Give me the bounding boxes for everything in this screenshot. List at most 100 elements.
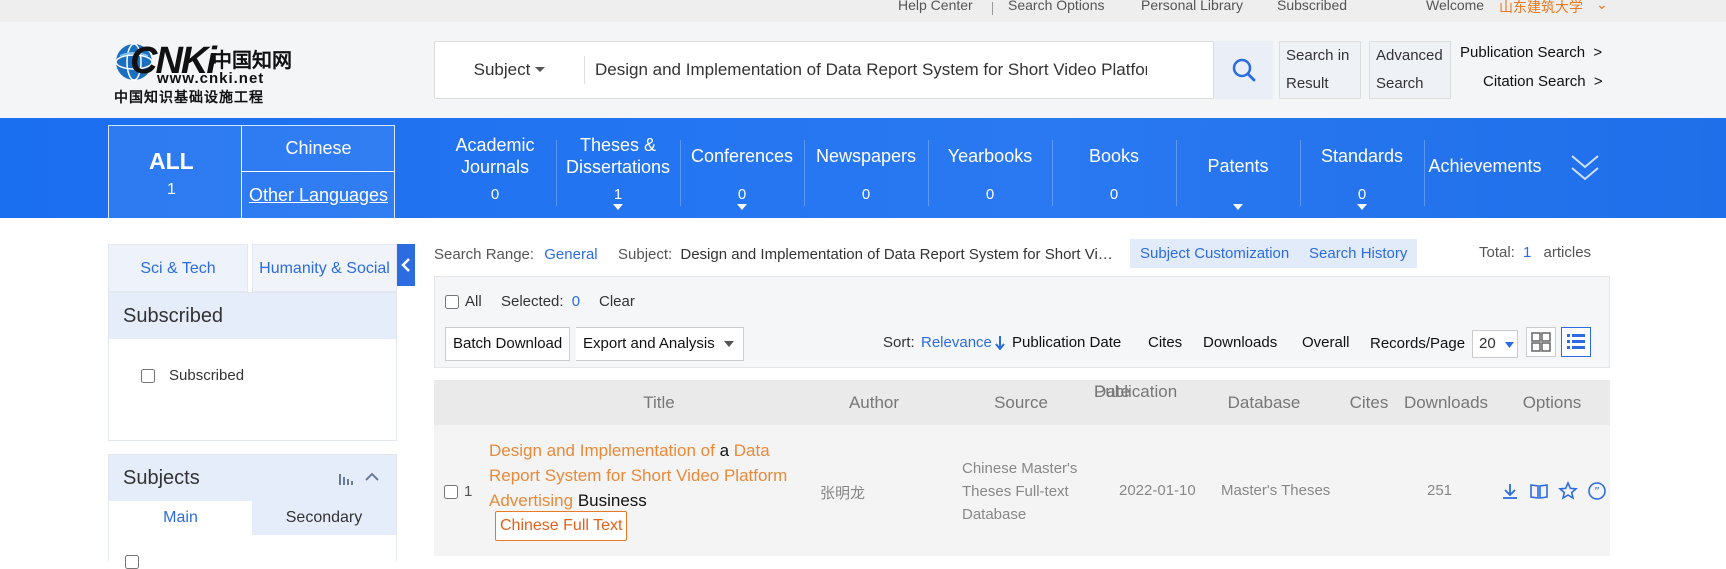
row-checkbox[interactable]: [444, 485, 458, 499]
subscribed-panel: Subscribed Subscribed: [108, 292, 397, 441]
expand-more-icon[interactable]: [1570, 152, 1600, 184]
select-all-checkbox[interactable]: [445, 294, 459, 309]
subjects-panel: Subjects Main Secondary: [108, 454, 397, 569]
search-options-link[interactable]: Search Options: [1008, 0, 1105, 13]
col-title[interactable]: Title: [599, 391, 719, 414]
chevron-right-icon: >: [1593, 44, 1603, 61]
chinese-full-text-button[interactable]: Chinese Full Text: [495, 511, 628, 541]
source-link[interactable]: Chinese Master's Theses Full-text Databa…: [962, 457, 1077, 526]
tab-sci-tech[interactable]: Sci & Tech: [108, 244, 248, 292]
brand-url: www.cnki.net: [157, 70, 265, 87]
read-online-icon[interactable]: [1529, 481, 1549, 501]
title-text: Business: [573, 491, 647, 510]
nav-count: 0: [490, 186, 500, 203]
help-center-link[interactable]: Help Center: [898, 0, 973, 13]
tab-conferences[interactable]: Conferences 0: [684, 128, 800, 212]
search-history-button[interactable]: Search History: [1299, 239, 1418, 268]
col-cites[interactable]: Cites: [1344, 391, 1394, 414]
sort-down-arrow-icon[interactable]: [995, 336, 1005, 350]
divider: [1300, 140, 1301, 206]
export-analysis-button[interactable]: Export and Analysis: [576, 327, 744, 361]
search-in-result-button[interactable]: Search in Result: [1279, 41, 1361, 99]
subscribed-checkbox[interactable]: [141, 368, 155, 383]
chevron-up-icon[interactable]: [365, 472, 379, 482]
nav-count: 0: [1357, 186, 1367, 203]
nav-label: Books: [1088, 146, 1140, 166]
collapse-sidebar-button[interactable]: [397, 244, 415, 286]
subscribed-link[interactable]: Subscribed: [1277, 0, 1347, 13]
publication-date: 2022-01-10: [1119, 482, 1196, 499]
caret-down-icon[interactable]: [613, 204, 623, 210]
records-per-page-label: Records/Page: [1370, 335, 1466, 352]
divider: [1052, 140, 1053, 206]
tab-standards[interactable]: Standards 0: [1304, 128, 1420, 212]
nav-count: 0: [985, 186, 995, 203]
tab-other-languages[interactable]: Other Languages: [241, 172, 395, 219]
search-button[interactable]: [1213, 41, 1273, 99]
subject-customization-button[interactable]: Subject Customization: [1130, 239, 1300, 268]
sort-overall[interactable]: Overall: [1302, 334, 1350, 351]
tab-academic-journals[interactable]: Academic Journals 0: [440, 128, 550, 212]
divider: [1424, 140, 1425, 206]
results-toolbar: All Selected: 0 Clear Batch Download Exp…: [434, 276, 1610, 368]
tab-newspapers[interactable]: Newspapers 0: [808, 128, 924, 212]
tab-yearbooks[interactable]: Yearbooks 0: [932, 128, 1048, 212]
subscribed-filter[interactable]: Subscribed: [141, 367, 244, 384]
favorite-star-icon[interactable]: [1558, 481, 1578, 501]
tab-all-label: ALL: [149, 148, 194, 174]
tab-chinese[interactable]: Chinese: [241, 126, 395, 172]
sort-publication-date[interactable]: Publication Date: [1012, 334, 1121, 351]
caret-down-icon[interactable]: [737, 204, 747, 210]
link-label: Citation Search: [1483, 73, 1586, 90]
batch-download-button[interactable]: Batch Download: [445, 327, 571, 361]
subject-label: Subject:: [618, 246, 673, 263]
cnki-logo[interactable]: CNKi 中国知网 www.cnki.net 中国知识基础设施工程: [112, 40, 308, 106]
tab-patents[interactable]: Patents: [1180, 128, 1296, 212]
caret-down-icon[interactable]: [1357, 204, 1367, 210]
tab-secondary[interactable]: Secondary: [252, 501, 396, 535]
clear-button[interactable]: Clear: [599, 293, 635, 310]
chevron-left-icon: [401, 258, 410, 272]
chevron-down-icon[interactable]: ⌄: [1596, 0, 1608, 13]
personal-library-link[interactable]: Personal Library: [1141, 0, 1243, 13]
tab-main[interactable]: Main: [109, 501, 252, 535]
download-icon[interactable]: [1500, 481, 1520, 501]
author-link[interactable]: 张明龙: [820, 482, 865, 503]
search-field-select[interactable]: Subject: [435, 42, 585, 98]
nav-label: Patents: [1207, 156, 1269, 176]
records-per-page-value: 20: [1479, 335, 1496, 352]
advanced-search-button[interactable]: Advanced Search: [1369, 41, 1451, 99]
records-per-page-select[interactable]: 20: [1472, 330, 1518, 358]
tab-achievements[interactable]: Achievements: [1426, 128, 1544, 212]
list-view-button[interactable]: [1561, 327, 1591, 357]
source-line: Theses Full-text: [962, 483, 1069, 500]
sort-downloads[interactable]: Downloads: [1203, 334, 1277, 351]
grid-view-button[interactable]: [1526, 327, 1556, 357]
source-line: Chinese Master's: [962, 460, 1078, 477]
publication-search-link[interactable]: Publication Search >: [1460, 44, 1602, 61]
cite-quote-icon[interactable]: ”: [1587, 481, 1607, 501]
svg-text:”: ”: [1594, 485, 1600, 498]
total-unit: articles: [1543, 244, 1592, 261]
search-range-value[interactable]: General: [544, 246, 597, 263]
sort-cites[interactable]: Cites: [1148, 334, 1182, 351]
tab-books[interactable]: Books 0: [1056, 128, 1172, 212]
caret-down-icon[interactable]: [1233, 204, 1243, 210]
col-downloads[interactable]: Downloads: [1396, 391, 1496, 414]
selected-value: 0: [571, 293, 581, 310]
search-input[interactable]: Design and Implementation of Data Report…: [595, 42, 1147, 98]
subject-checkbox[interactable]: [125, 555, 139, 569]
header-line: Date: [1094, 382, 1130, 401]
caret-down-icon: [535, 67, 546, 72]
bar-chart-icon[interactable]: [338, 472, 354, 486]
total-label: Total:: [1479, 244, 1515, 261]
nav-label: Newspapers: [815, 146, 917, 166]
result-title-link[interactable]: Design and Implementation of a Data Repo…: [489, 438, 799, 513]
sort-relevance[interactable]: Relevance: [921, 334, 992, 351]
user-name-link[interactable]: 山东建筑大学: [1499, 0, 1583, 17]
citation-search-link[interactable]: Citation Search >: [1483, 73, 1603, 90]
tab-humanity-social[interactable]: Humanity & Social: [252, 244, 397, 292]
tab-theses-dissertations[interactable]: Theses & Dissertations 1: [560, 128, 676, 212]
tab-all[interactable]: ALL 1 Chinese Other Languages: [108, 125, 395, 219]
select-all[interactable]: All: [445, 293, 482, 310]
